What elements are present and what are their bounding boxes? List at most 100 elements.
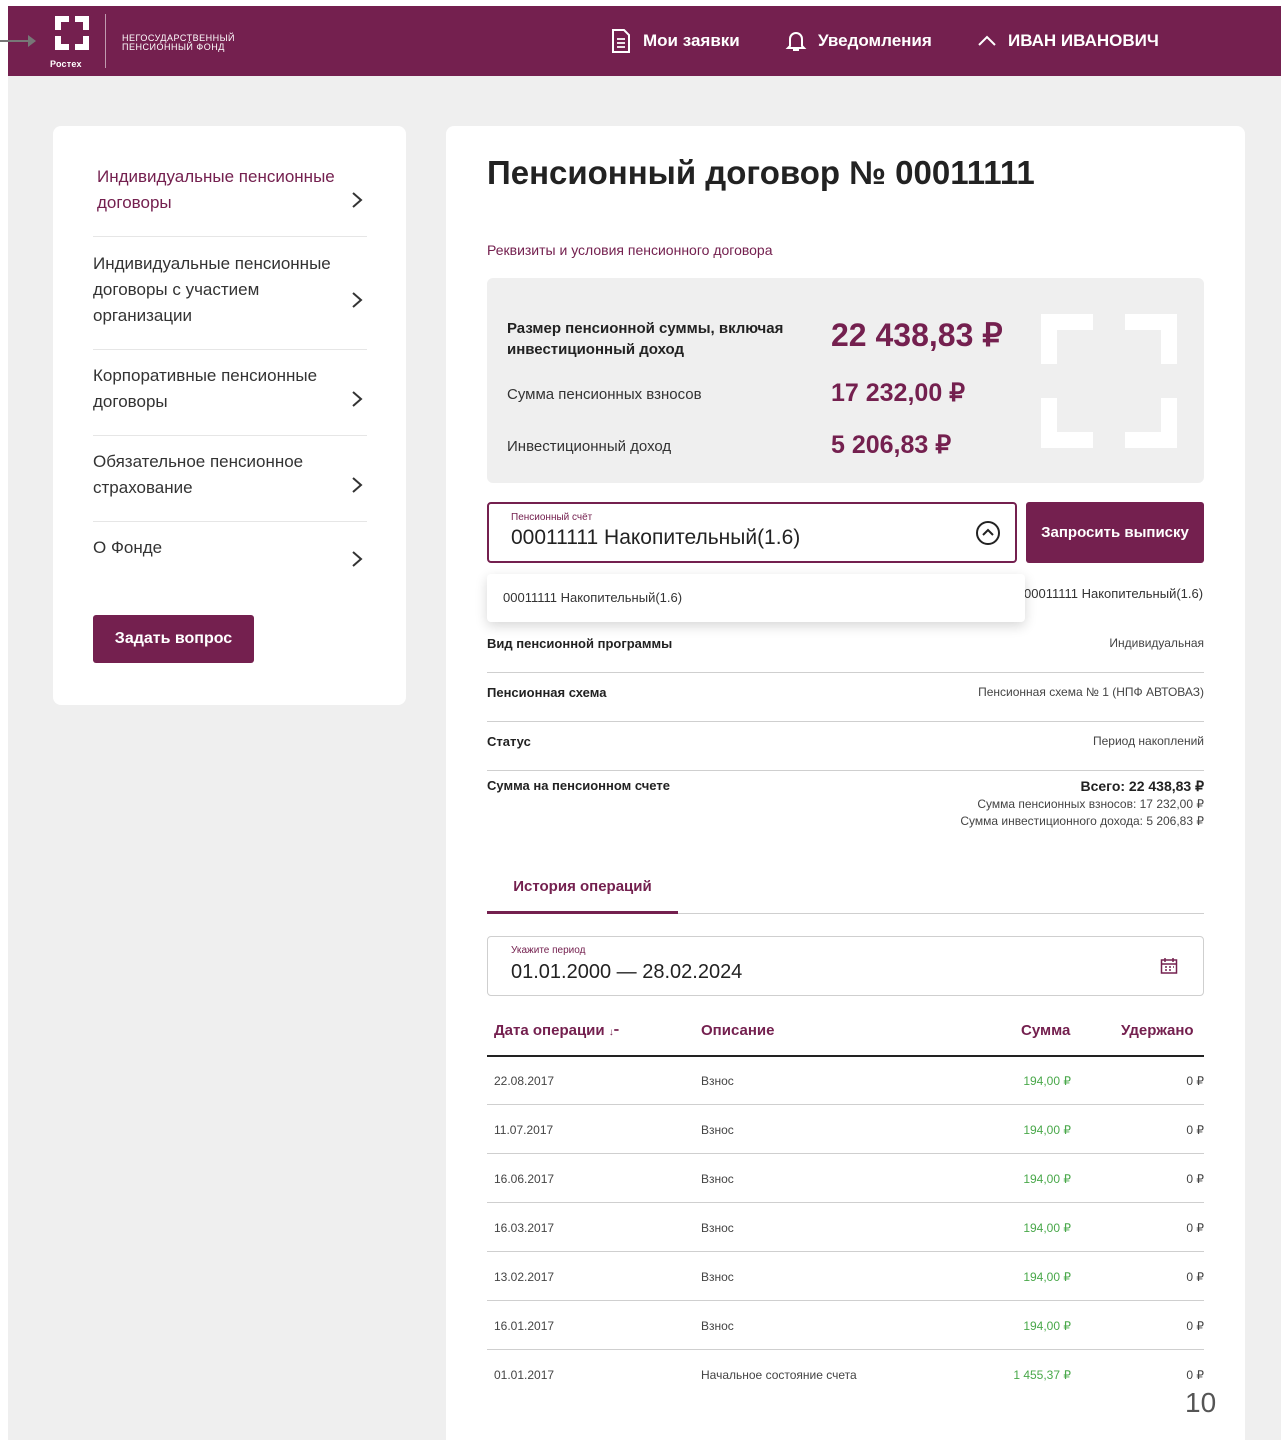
table-row: 11.07.2017 Взнос 194,00 ₽ 0 ₽	[487, 1106, 1204, 1154]
operation-description: Взнос	[701, 1221, 734, 1235]
operation-held: 0 ₽	[1186, 1074, 1204, 1088]
chevron-right-icon	[352, 550, 363, 567]
my-applications-label: Мои заявки	[643, 31, 740, 50]
chevron-up-circle-icon[interactable]	[975, 520, 1001, 546]
operation-description: Взнос	[701, 1123, 734, 1137]
date-header-label: Дата операции	[494, 1022, 605, 1039]
period-label: Укажите период	[511, 945, 586, 956]
logo-watermark-icon	[1041, 314, 1177, 448]
period-field[interactable]: Укажите период 01.01.2000 — 28.02.2024	[487, 936, 1204, 996]
program-type-value: Индивидуальная	[1109, 636, 1204, 650]
user-name: ИВАН ИВАНОВИЧ	[1008, 31, 1159, 50]
page-title: Пенсионный договор № 00011111	[487, 154, 1035, 191]
sidebar-item-organization-contracts[interactable]: Индивидуальные пенсионные договоры с уча…	[93, 251, 367, 350]
pension-scheme-row: Пенсионная схема Пенсионная схема № 1 (Н…	[487, 673, 1204, 722]
pension-scheme-value: Пенсионная схема № 1 (НПФ АВТОВАЗ)	[978, 685, 1204, 699]
operation-description: Взнос	[701, 1319, 734, 1333]
pension-account-select[interactable]: Пенсионный счёт 00011111 Накопительный(1…	[487, 502, 1017, 563]
operation-date: 01.01.2017	[494, 1368, 555, 1382]
bell-icon	[785, 32, 807, 51]
sidebar-item-about-fund[interactable]: О Фонде	[93, 535, 367, 582]
status-value: Период накоплений	[1093, 734, 1204, 748]
document-icon	[612, 29, 630, 53]
my-applications-link[interactable]: Мои заявки	[610, 28, 740, 54]
operation-description: Начальное состояние счета	[701, 1368, 857, 1382]
contract-card: Пенсионный договор № 00011111 Реквизиты …	[446, 126, 1245, 1440]
program-type-row: Вид пенсионной программы Индивидуальная	[487, 624, 1204, 673]
sort-icon[interactable]: ↓⁼	[609, 1027, 619, 1038]
operation-description: Взнос	[701, 1074, 734, 1088]
date-column-header[interactable]: Дата операции ↓⁼	[494, 1022, 619, 1039]
account-dropdown: 00011111 Накопительный(1.6)	[487, 574, 1025, 622]
sidebar-item-label: Обязательное пенсионное страхование	[93, 452, 304, 497]
account-total-value: Всего: 22 438,83 ₽	[1080, 778, 1204, 794]
logo-brackets-icon	[55, 16, 89, 50]
operation-held: 0 ₽	[1186, 1270, 1204, 1284]
chevron-right-icon	[352, 477, 363, 493]
top-header: Ростех НЕГОСУДАРСТВЕННЫЙ ПЕНСИОННЫЙ ФОНД…	[0, 6, 1281, 76]
logo-separator	[105, 14, 106, 68]
period-value: 01.01.2000 — 28.02.2024	[511, 961, 743, 983]
program-type-label: Вид пенсионной программы	[487, 636, 673, 651]
tab-operations-history[interactable]: История операций	[487, 866, 678, 914]
summary-panel: Размер пенсионной суммы, включая инвести…	[487, 278, 1204, 483]
operation-held: 0 ₽	[1186, 1368, 1204, 1382]
page-number: 10	[1185, 1387, 1217, 1418]
sidebar-item-individual-contracts[interactable]: Индивидуальные пенсионные договоры	[93, 164, 367, 237]
sidebar-item-label: О Фонде	[93, 538, 163, 557]
table-row: 01.01.2017 Начальное состояние счета 1 455…	[487, 1351, 1204, 1399]
account-income-value: Сумма инвестиционного дохода: 5 206,83 ₽	[960, 814, 1204, 828]
income-label: Инвестиционный доход	[507, 438, 672, 455]
operation-amount: 194,00 ₽	[1023, 1270, 1071, 1284]
contributions-label: Сумма пенсионных взносов	[507, 386, 702, 403]
operation-held: 0 ₽	[1186, 1123, 1204, 1137]
operation-amount: 194,00 ₽	[1023, 1319, 1071, 1333]
operations-table-header: Дата операции ↓⁼ Описание Сумма Удержано	[487, 1006, 1204, 1057]
operation-description: Взнос	[701, 1172, 734, 1186]
sidebar-item-corporate-contracts[interactable]: Корпоративные пенсионные договоры	[93, 363, 367, 436]
account-label: Пенсионный счёт	[511, 512, 593, 523]
sidebar-item-label: Индивидуальные пенсионные договоры	[97, 167, 335, 212]
operation-date: 22.08.2017	[494, 1074, 555, 1088]
status-row: Статус Период накоплений	[487, 722, 1204, 771]
logo-text: Ростех	[50, 59, 82, 69]
rostec-logo[interactable]: Ростех	[48, 14, 94, 69]
ask-question-button[interactable]: Задать вопрос	[93, 615, 254, 663]
annotation-arrow-icon	[0, 35, 36, 47]
user-menu[interactable]: ИВАН ИВАНОВИЧ	[977, 28, 1159, 54]
account-value: 00011111 Накопительный(1.6)	[511, 526, 801, 549]
operation-held: 0 ₽	[1186, 1221, 1204, 1235]
income-value: 5 206,83 ₽	[831, 431, 952, 459]
table-row: 16.03.2017 Взнос 194,00 ₽ 0 ₽	[487, 1204, 1204, 1252]
contributions-value: 17 232,00 ₽	[831, 379, 966, 407]
notifications-link[interactable]: Уведомления	[785, 28, 932, 54]
operation-amount: 194,00 ₽	[1023, 1123, 1071, 1137]
operation-held: 0 ₽	[1186, 1172, 1204, 1186]
request-statement-button[interactable]: Запросить выписку	[1026, 502, 1204, 563]
fund-name: НЕГОСУДАРСТВЕННЫЙ ПЕНСИОННЫЙ ФОНД	[122, 33, 236, 52]
page-background: Ростех НЕГОСУДАРСТВЕННЫЙ ПЕНСИОННЫЙ ФОНД…	[0, 6, 1281, 1440]
calendar-icon[interactable]	[1160, 957, 1178, 975]
notifications-label: Уведомления	[818, 31, 932, 50]
operation-date: 16.03.2017	[494, 1221, 555, 1235]
operation-held: 0 ₽	[1186, 1319, 1204, 1333]
table-row: 13.02.2017 Взнос 194,00 ₽ 0 ₽	[487, 1253, 1204, 1301]
chevron-up-icon	[978, 35, 996, 46]
account-contributions-value: Сумма пенсионных взносов: 17 232,00 ₽	[977, 797, 1204, 811]
pension-scheme-label: Пенсионная схема	[487, 685, 607, 700]
description-column-header: Описание	[701, 1022, 775, 1039]
operation-date: 16.01.2017	[494, 1319, 555, 1333]
sidebar-item-mandatory-insurance[interactable]: Обязательное пенсионное страхование	[93, 449, 367, 522]
chevron-right-icon	[352, 391, 363, 407]
operation-date: 13.02.2017	[494, 1270, 555, 1284]
held-column-header: Удержано	[1121, 1022, 1194, 1039]
chevron-right-icon	[352, 192, 363, 208]
sidebar-item-label: Индивидуальные пенсионные договоры с уча…	[93, 254, 331, 325]
operation-date: 16.06.2017	[494, 1172, 555, 1186]
sidebar-item-label: Корпоративные пенсионные договоры	[93, 366, 318, 411]
underlying-account-value: 00011111 Накопительный(1.6)	[1024, 586, 1204, 601]
total-sum-value: 22 438,83 ₽	[831, 317, 1003, 353]
total-sum-label: Размер пенсионной суммы, включая инвести…	[507, 320, 784, 358]
chevron-right-icon	[352, 292, 363, 308]
account-option[interactable]: 00011111 Накопительный(1.6)	[503, 590, 682, 605]
